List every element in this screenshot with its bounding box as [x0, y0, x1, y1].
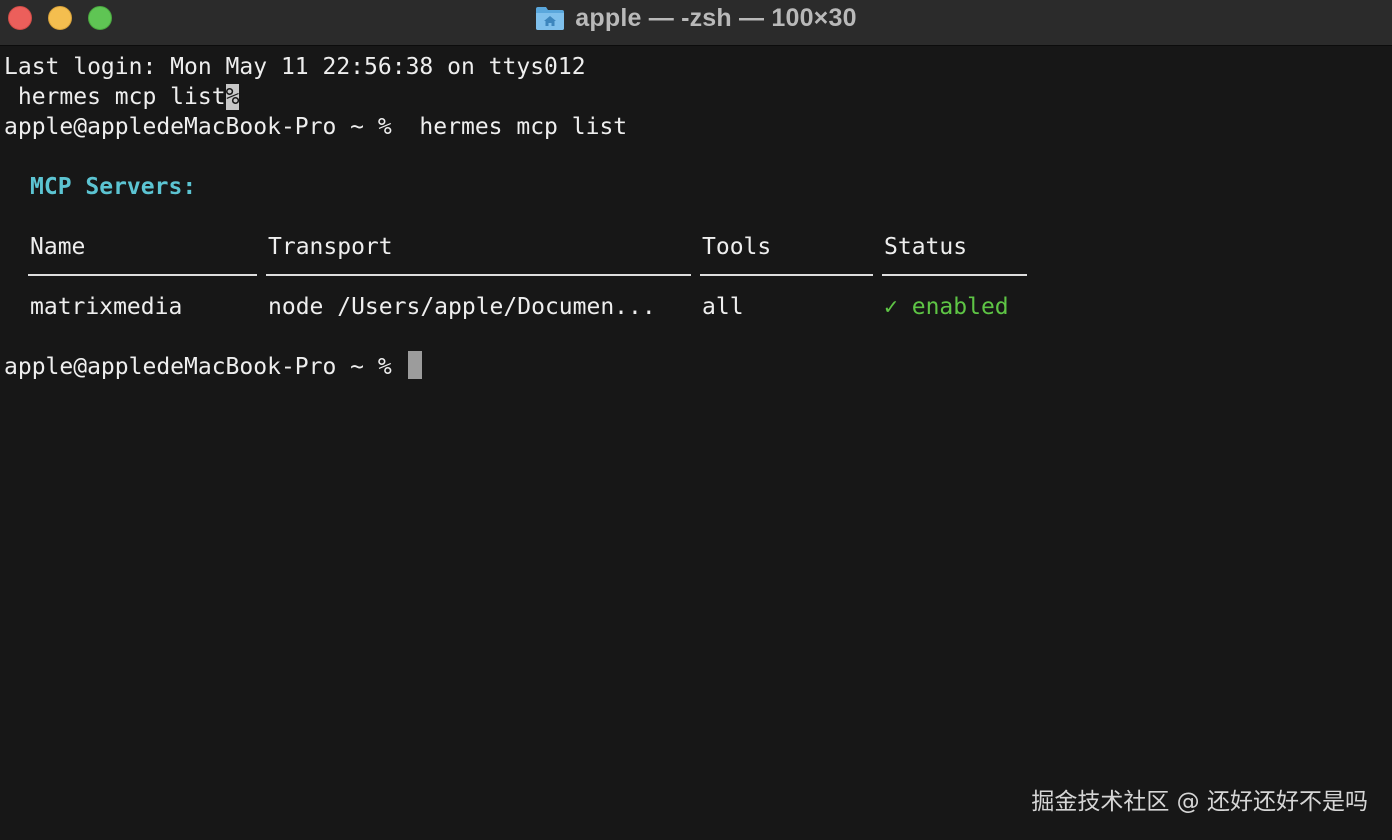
partial-line-marker: % [225, 84, 240, 110]
command-line: apple@appledeMacBook-Pro ~ % hermes mcp … [4, 112, 627, 142]
echo-command-text: hermes mcp list [4, 84, 226, 110]
folder-home-icon [536, 7, 565, 30]
status-text: enabled [911, 294, 1009, 320]
table-row-tools: all [702, 294, 744, 320]
last-login-line: Last login: Mon May 11 22:56:38 on ttys0… [4, 54, 586, 80]
column-header-name: Name [30, 234, 86, 260]
column-rule-tools [700, 274, 873, 276]
terminal-cursor [408, 351, 422, 379]
title-bar[interactable]: apple — -zsh — 100×30 [0, 0, 1392, 46]
window-title-area: apple — -zsh — 100×30 [0, 0, 1392, 36]
watermark: 掘金技术社区 @ 还好还好不是吗 [1031, 789, 1368, 815]
section-heading: MCP Servers: [30, 174, 197, 200]
column-header-transport: Transport [268, 234, 393, 260]
column-rule-name [28, 274, 257, 276]
terminal-window: apple — -zsh — 100×30 Last login: Mon Ma… [0, 0, 1392, 840]
terminal-content[interactable]: Last login: Mon May 11 22:56:38 on ttys0… [0, 46, 1392, 840]
column-header-status: Status [884, 234, 968, 260]
final-prompt: apple@appledeMacBook-Pro ~ % [4, 354, 392, 380]
column-rule-transport [266, 274, 691, 276]
check-icon: ✓ [884, 294, 898, 320]
table-row-transport: node /Users/apple/Documen... [268, 294, 656, 320]
echo-command-line: hermes mcp list% [4, 82, 240, 112]
shell-prompt: apple@appledeMacBook-Pro ~ % [4, 114, 406, 140]
table-row-status: ✓ enabled [884, 292, 1009, 322]
column-header-tools: Tools [702, 234, 772, 260]
window-title: apple — -zsh — 100×30 [575, 3, 857, 32]
table-row-name: matrixmedia [30, 294, 183, 320]
column-rule-status [882, 274, 1027, 276]
command-text: hermes mcp list [405, 114, 628, 140]
